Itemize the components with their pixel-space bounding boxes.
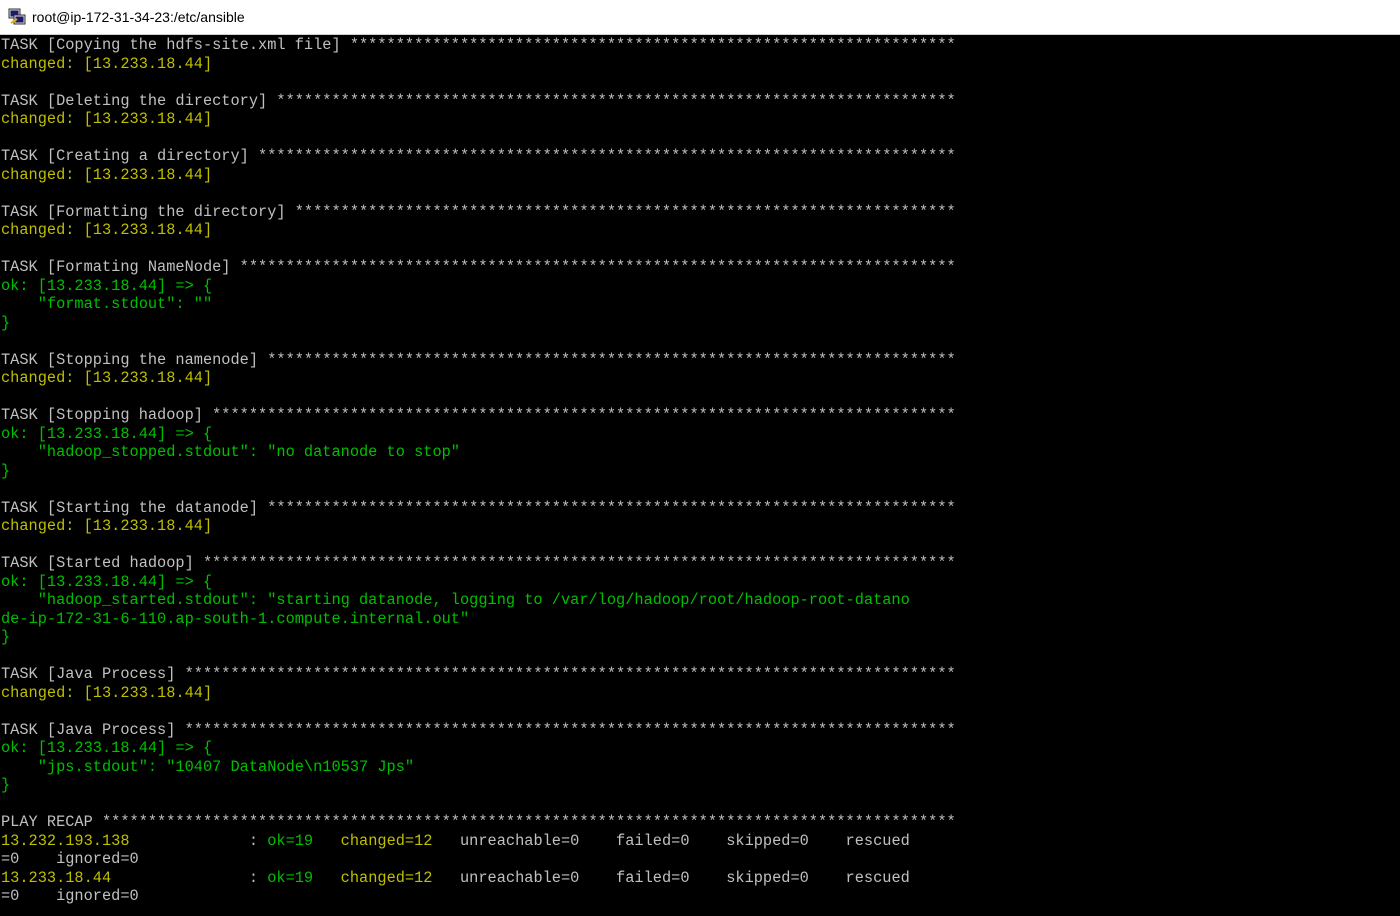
- terminal-text: changed=12: [340, 868, 433, 887]
- terminal-line: TASK [Java Process] ********************…: [0, 665, 1400, 684]
- terminal-text: ok: [13.233.18.44] => {: [1, 739, 213, 757]
- terminal-text: :: [111, 868, 268, 887]
- terminal-text: "jps.stdout": "10407 DataNode\n10537 Jps…: [1, 757, 415, 776]
- window-title: root@ip-172-31-34-23:/etc/ansible: [32, 9, 245, 25]
- terminal-line: }: [0, 628, 1400, 647]
- terminal-text: changed: [13.233.18.44]: [1, 110, 213, 128]
- terminal-text: ok: [13.233.18.44] => {: [1, 424, 213, 443]
- terminal-line: ok: [13.233.18.44] => {: [0, 739, 1400, 758]
- terminal-line: "hadoop_stopped.stdout": "no datanode to…: [0, 443, 1400, 462]
- title-bar[interactable]: root@ip-172-31-34-23:/etc/ansible: [0, 0, 1400, 35]
- terminal-line: }: [0, 314, 1400, 333]
- terminal-line: PLAY RECAP *****************************…: [0, 813, 1400, 832]
- terminal-text: TASK [Java Process] ********************…: [1, 665, 956, 683]
- terminal-text: }: [1, 313, 11, 332]
- terminal-text: changed: [13.233.18.44]: [1, 369, 213, 387]
- terminal-text: changed: [13.233.18.44]: [1, 54, 213, 73]
- terminal-line: ok: [13.233.18.44] => {: [0, 573, 1400, 592]
- terminal-text: changed: [13.233.18.44]: [1, 517, 213, 535]
- terminal-text: "hadoop_stopped.stdout": "no datanode to…: [1, 443, 460, 461]
- terminal-text: "format.stdout": "": [1, 295, 213, 313]
- terminal-text: 13.233.18.44: [1, 868, 112, 887]
- terminal-line: TASK [Deleting the directory] **********…: [0, 92, 1400, 111]
- terminal-line: changed: [13.233.18.44]: [0, 684, 1400, 703]
- terminal-line: TASK [Formatting the directory] ********…: [0, 203, 1400, 222]
- terminal-text: ok: [13.233.18.44] => {: [1, 572, 213, 591]
- terminal-text: changed: [13.233.18.44]: [1, 221, 213, 239]
- terminal-text: TASK [Formating NameNode] **************…: [1, 258, 956, 276]
- terminal-line: 13.233.18.44 : ok=19 changed=12 unreacha…: [0, 869, 1400, 888]
- terminal-text: ok=19: [267, 868, 314, 887]
- terminal-line: changed: [13.233.18.44]: [0, 369, 1400, 388]
- terminal-text: =0 ignored=0: [1, 850, 139, 868]
- terminal-line: =0 ignored=0: [0, 850, 1400, 869]
- terminal-text: }: [1, 461, 11, 480]
- terminal-text: TASK [Stopping hadoop] *****************…: [1, 406, 956, 424]
- terminal-line: "jps.stdout": "10407 DataNode\n10537 Jps…: [0, 758, 1400, 777]
- terminal-text: TASK [Starting the datanode] ***********…: [1, 498, 956, 517]
- terminal-line: TASK [Copying the hdfs-site.xml file] **…: [0, 36, 1400, 55]
- terminal-text: }: [1, 776, 11, 794]
- terminal-line: TASK [Started hadoop] ******************…: [0, 554, 1400, 573]
- terminal-text: changed: [13.233.18.44]: [1, 683, 213, 702]
- terminal-text: TASK [Started hadoop] ******************…: [1, 554, 956, 572]
- terminal-line: TASK [Java Process] ********************…: [0, 721, 1400, 740]
- terminal-text: 13.232.193.138: [1, 831, 130, 850]
- terminal-line: TASK [Stopping hadoop] *****************…: [0, 406, 1400, 425]
- terminal-text: unreachable=0 failed=0 skipped=0 rescued: [432, 831, 910, 850]
- terminal-line: TASK [Stopping the namenode] ***********…: [0, 351, 1400, 370]
- terminal-output[interactable]: TASK [Copying the hdfs-site.xml file] **…: [0, 35, 1400, 916]
- terminal-line: TASK [Starting the datanode] ***********…: [0, 499, 1400, 518]
- terminal-line: changed: [13.233.18.44]: [0, 517, 1400, 536]
- terminal-line: }: [0, 776, 1400, 795]
- terminal-line: changed: [13.233.18.44]: [0, 166, 1400, 185]
- terminal-text: TASK [Creating a directory] ************…: [1, 147, 956, 165]
- terminal-line: }: [0, 462, 1400, 481]
- terminal-line: changed: [13.233.18.44]: [0, 221, 1400, 240]
- terminal-text: changed: [13.233.18.44]: [1, 165, 213, 184]
- terminal-text: :: [129, 831, 268, 850]
- terminal-line: changed: [13.233.18.44]: [0, 55, 1400, 74]
- terminal-line: changed: [13.233.18.44]: [0, 110, 1400, 129]
- terminal-line: ok: [13.233.18.44] => {: [0, 277, 1400, 296]
- terminal-text: }: [1, 628, 11, 646]
- terminal-text: TASK [Stopping the namenode] ***********…: [1, 350, 956, 369]
- terminal-line: 13.232.193.138 : ok=19 changed=12 unreac…: [0, 832, 1400, 851]
- terminal-line: =0 ignored=0: [0, 887, 1400, 906]
- terminal-text: TASK [Deleting the directory] **********…: [1, 91, 956, 110]
- terminal-text: TASK [Java Process] ********************…: [1, 720, 956, 739]
- terminal-line: TASK [Creating a directory] ************…: [0, 147, 1400, 166]
- terminal-text: TASK [Formatting the directory] ********…: [1, 202, 956, 221]
- terminal-text: ok: [13.233.18.44] => {: [1, 276, 213, 295]
- terminal-line: "format.stdout": "": [0, 295, 1400, 314]
- terminal-text: de-ip-172-31-6-110.ap-south-1.compute.in…: [1, 609, 470, 628]
- terminal-text: PLAY RECAP *****************************…: [1, 813, 956, 831]
- putty-terminal-icon[interactable]: [8, 8, 26, 26]
- terminal-text: TASK [Copying the hdfs-site.xml file] **…: [1, 36, 956, 54]
- terminal-line: ok: [13.233.18.44] => {: [0, 425, 1400, 444]
- terminal-window: root@ip-172-31-34-23:/etc/ansible TASK […: [0, 0, 1400, 916]
- terminal-text: unreachable=0 failed=0 skipped=0 rescued: [432, 868, 910, 887]
- terminal-line: "hadoop_started.stdout": "starting datan…: [0, 591, 1400, 610]
- terminal-text: ok=19: [267, 831, 314, 850]
- terminal-line: de-ip-172-31-6-110.ap-south-1.compute.in…: [0, 610, 1400, 629]
- terminal-text: "hadoop_started.stdout": "starting datan…: [1, 591, 910, 609]
- terminal-text: =0 ignored=0: [1, 887, 139, 905]
- terminal-line: TASK [Formating NameNode] **************…: [0, 258, 1400, 277]
- terminal-text: changed=12: [340, 831, 433, 850]
